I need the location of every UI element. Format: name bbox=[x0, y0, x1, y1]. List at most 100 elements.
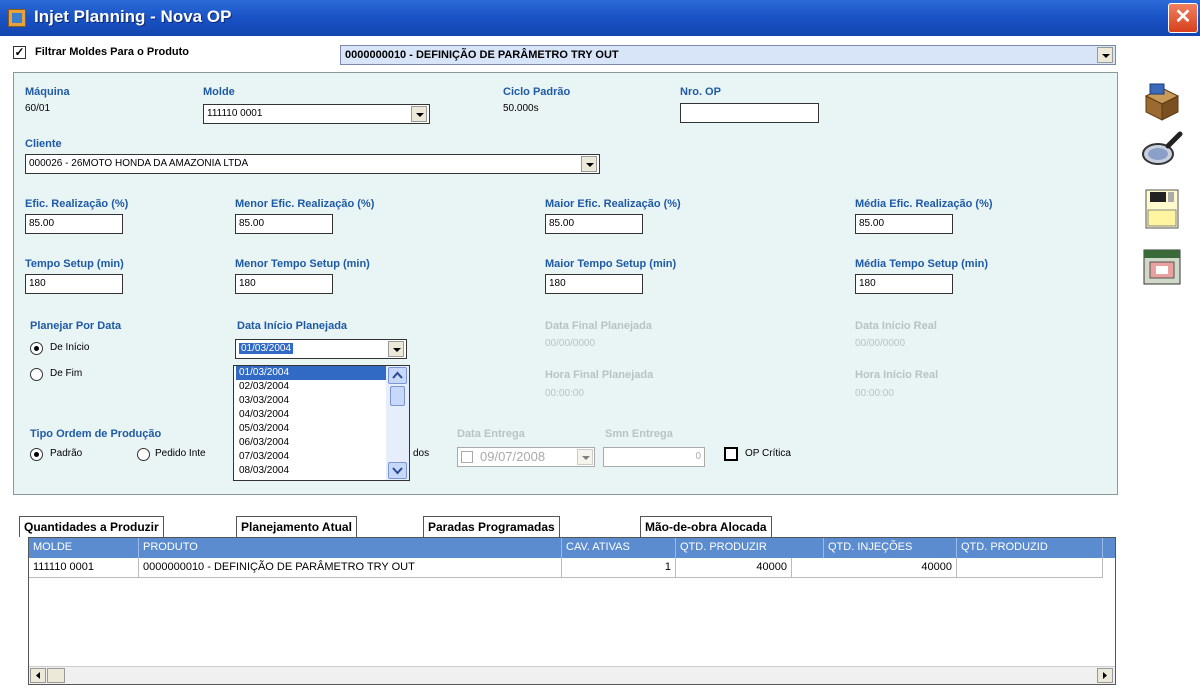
data-inicio-value: 01/03/2004 bbox=[239, 343, 294, 354]
setup-input[interactable]: 180 bbox=[25, 274, 123, 294]
data-inicio-label: Data Início Planejada bbox=[237, 320, 348, 332]
scroll-up-icon[interactable] bbox=[388, 367, 407, 384]
hora-final-label: Hora Final Planejada bbox=[545, 369, 654, 381]
chevron-down-icon[interactable] bbox=[1097, 47, 1113, 63]
magnifier-icon[interactable] bbox=[1140, 128, 1184, 172]
date-option[interactable]: 07/03/2004 bbox=[236, 450, 386, 464]
cycle-value: 50.000s bbox=[503, 103, 539, 114]
filter-molds-label: Filtrar Moldes Para o Produto bbox=[35, 46, 190, 58]
data-final-label: Data Final Planejada bbox=[545, 320, 652, 332]
product-select-value: 0000000010 - DEFINIÇÃO DE PARÂMETRO TRY … bbox=[345, 49, 619, 61]
product-select[interactable]: 0000000010 - DEFINIÇÃO DE PARÂMETRO TRY … bbox=[340, 45, 1116, 65]
tab-planejamento[interactable]: Planejamento Atual bbox=[236, 516, 357, 537]
data-final-value: 00/00/0000 bbox=[545, 338, 596, 349]
maior-setup-label: Maior Tempo Setup (min) bbox=[545, 258, 677, 270]
radio-de-inicio[interactable] bbox=[30, 342, 43, 355]
efic-input[interactable]: 85.00 bbox=[25, 214, 123, 234]
date-option[interactable]: 02/03/2004 bbox=[236, 380, 386, 394]
scroll-thumb[interactable] bbox=[390, 386, 405, 406]
app-icon bbox=[8, 9, 26, 27]
data-inicio-real-value: 00/00/0000 bbox=[855, 338, 906, 349]
maior-setup-input[interactable]: 180 bbox=[545, 274, 643, 294]
col-header-qtd-produzida[interactable]: QTD. PRODUZID bbox=[957, 538, 1103, 558]
date-option[interactable]: 06/03/2004 bbox=[236, 436, 386, 450]
client-select[interactable]: 000026 - 26MOTO HONDA DA AMAZONIA LTDA bbox=[25, 154, 600, 174]
table-cell[interactable]: 0000000010 - DEFINIÇÃO DE PARÂMETRO TRY … bbox=[139, 558, 562, 578]
box-icon[interactable] bbox=[1140, 80, 1184, 124]
tab-quantidades[interactable]: Quantidades a Produzir bbox=[19, 516, 164, 537]
horizontal-scrollbar[interactable] bbox=[29, 666, 1115, 684]
client-label: Cliente bbox=[25, 138, 62, 150]
machine-value: 60/01 bbox=[25, 103, 51, 114]
date-list-scrollbar[interactable] bbox=[386, 366, 409, 480]
calendar-icon[interactable] bbox=[1140, 244, 1184, 288]
col-header-produto[interactable]: PRODUTO bbox=[139, 538, 562, 558]
mold-select[interactable]: 111110 0001 bbox=[203, 104, 430, 124]
table-cell[interactable]: 111110 0001 bbox=[29, 558, 139, 578]
filter-molds-checkbox[interactable]: ✓ bbox=[13, 46, 26, 59]
media-setup-label: Média Tempo Setup (min) bbox=[855, 258, 989, 270]
media-efic-input[interactable]: 85.00 bbox=[855, 214, 953, 234]
mold-select-value: 111110 0001 bbox=[207, 108, 263, 119]
radio-padrao[interactable] bbox=[30, 448, 43, 461]
table-cell[interactable]: 40000 bbox=[676, 558, 792, 578]
media-setup-input[interactable]: 180 bbox=[855, 274, 953, 294]
data-entrega-value: 09/07/2008 bbox=[480, 449, 546, 464]
chevron-down-icon[interactable] bbox=[388, 341, 404, 357]
hora-inicio-real-label: Hora Início Real bbox=[855, 369, 939, 381]
op-critica-checkbox[interactable] bbox=[724, 447, 738, 461]
data-inicio-select[interactable]: 01/03/2004 bbox=[235, 339, 407, 359]
op-number-input[interactable] bbox=[680, 103, 819, 123]
radio-de-inicio-label: De Início bbox=[50, 342, 90, 353]
chevron-down-icon[interactable] bbox=[581, 156, 597, 172]
scroll-down-icon[interactable] bbox=[388, 462, 407, 479]
chevron-down-icon[interactable] bbox=[411, 106, 427, 122]
maior-efic-input[interactable]: 85.00 bbox=[545, 214, 643, 234]
table-cell[interactable]: 1 bbox=[562, 558, 676, 578]
menor-setup-input[interactable]: 180 bbox=[235, 274, 333, 294]
scroll-left-icon[interactable] bbox=[30, 668, 46, 683]
menor-efic-label: Menor Efic. Realização (%) bbox=[235, 198, 375, 210]
title-bar: Injet Planning - Nova OP ✕ bbox=[0, 0, 1200, 36]
quantities-grid: MOLDE PRODUTO CAV. ATIVAS QTD. PRODUZIR … bbox=[28, 537, 1116, 685]
chevron-down-icon[interactable] bbox=[577, 449, 593, 465]
cycle-label: Ciclo Padrão bbox=[503, 86, 571, 98]
col-header-molde[interactable]: MOLDE bbox=[29, 538, 139, 558]
mold-label: Molde bbox=[203, 86, 235, 98]
radio-pedido-interno-label: Pedido Inte bbox=[155, 448, 206, 459]
hora-inicio-real-value: 00:00:00 bbox=[855, 388, 894, 399]
data-entrega-select[interactable]: 09/07/2008 bbox=[457, 447, 595, 467]
date-option[interactable]: 03/03/2004 bbox=[236, 394, 386, 408]
radio-de-fim-label: De Fim bbox=[50, 368, 83, 379]
scroll-right-icon[interactable] bbox=[1097, 668, 1113, 683]
date-option[interactable]: 01/03/2004 bbox=[236, 366, 386, 380]
data-entrega-checkbox[interactable] bbox=[461, 451, 473, 463]
menor-efic-input[interactable]: 85.00 bbox=[235, 214, 333, 234]
data-entrega-label: Data Entrega bbox=[457, 428, 525, 440]
col-header-cav-ativas[interactable]: CAV. ATIVAS bbox=[562, 538, 676, 558]
hora-final-value: 00:00:00 bbox=[545, 388, 584, 399]
col-header-qtd-injecoes[interactable]: QTD. INJEÇÕES bbox=[824, 538, 957, 558]
menor-setup-label: Menor Tempo Setup (min) bbox=[235, 258, 370, 270]
media-efic-label: Média Efic. Realização (%) bbox=[855, 198, 993, 210]
col-header-qtd-produzir[interactable]: QTD. PRODUZIR bbox=[676, 538, 824, 558]
op-critica-label: OP Crítica bbox=[745, 448, 791, 459]
date-option[interactable]: 05/03/2004 bbox=[236, 422, 386, 436]
smn-entrega-input[interactable]: 0 bbox=[603, 447, 705, 467]
save-icon[interactable] bbox=[1140, 186, 1184, 230]
close-button[interactable]: ✕ bbox=[1168, 3, 1198, 33]
scroll-thumb[interactable] bbox=[47, 668, 65, 683]
efic-label: Efic. Realização (%) bbox=[25, 198, 129, 210]
table-cell[interactable]: 40000 bbox=[792, 558, 957, 578]
date-option[interactable]: 08/03/2004 bbox=[236, 464, 386, 478]
radio-de-fim[interactable] bbox=[30, 368, 43, 381]
smn-entrega-label: Smn Entrega bbox=[605, 428, 673, 440]
tab-paradas[interactable]: Paradas Programadas bbox=[423, 516, 560, 537]
tab-mao-de-obra[interactable]: Mão-de-obra Alocada bbox=[640, 516, 772, 537]
table-cell[interactable] bbox=[957, 558, 1103, 578]
maior-efic-label: Maior Efic. Realização (%) bbox=[545, 198, 681, 210]
date-dropdown-list[interactable]: 01/03/2004 02/03/2004 03/03/2004 04/03/2… bbox=[233, 365, 410, 481]
setup-label: Tempo Setup (min) bbox=[25, 258, 124, 270]
radio-pedido-interno[interactable] bbox=[137, 448, 150, 461]
date-option[interactable]: 04/03/2004 bbox=[236, 408, 386, 422]
